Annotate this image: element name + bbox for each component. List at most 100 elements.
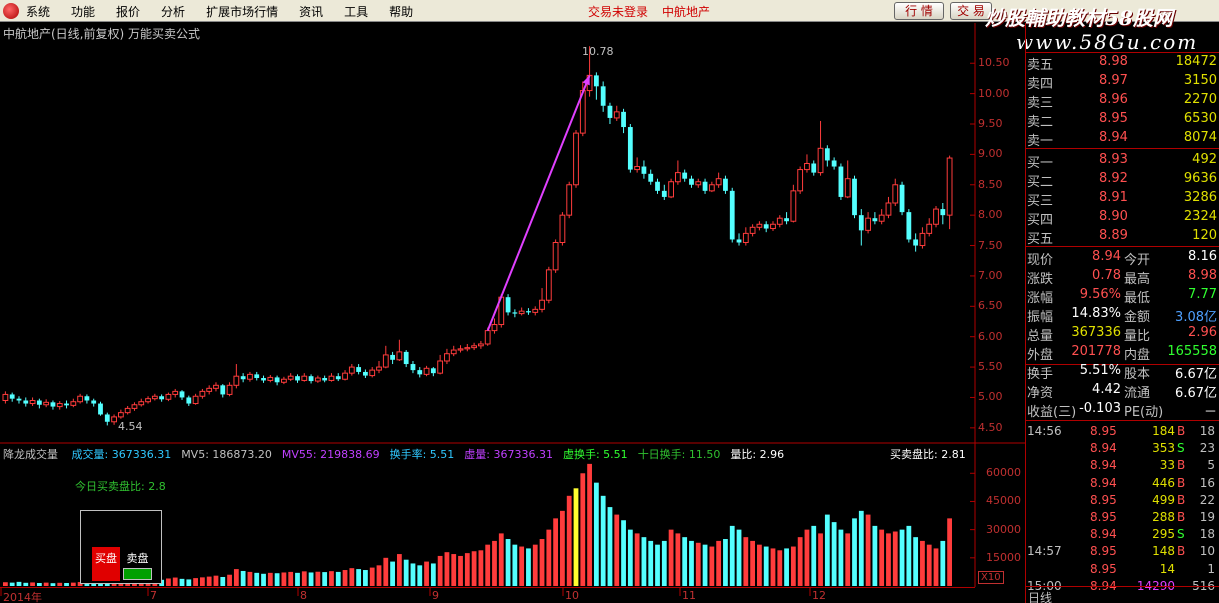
tick-row[interactable]: 8.95 499 B 22 bbox=[1027, 493, 1217, 512]
candle-body bbox=[314, 377, 321, 382]
high-price-label: 10.78 bbox=[582, 45, 614, 58]
volume-bar bbox=[349, 568, 355, 586]
tick-row[interactable]: 8.94 446 B 16 bbox=[1027, 476, 1217, 495]
tick-count: 22 bbox=[1199, 492, 1215, 507]
candle-body bbox=[518, 310, 525, 315]
orderbook-row: 买二 8.92 9636 bbox=[1027, 171, 1217, 190]
tick-count: 10 bbox=[1199, 544, 1215, 559]
tick-count: 5 bbox=[1207, 458, 1215, 473]
tick-volume: 295 bbox=[1152, 527, 1175, 542]
volume-bar bbox=[824, 514, 830, 586]
tick-direction: B bbox=[1177, 492, 1186, 507]
candle-body bbox=[43, 401, 50, 406]
candle-body bbox=[865, 217, 871, 231]
volume-tick-label: 60000 bbox=[986, 466, 1021, 480]
candle-body bbox=[784, 218, 789, 222]
volume-bar bbox=[886, 533, 891, 586]
candle-body bbox=[464, 347, 471, 350]
volume-bar bbox=[811, 525, 817, 586]
volume-bar bbox=[607, 507, 613, 586]
tick-count: 18 bbox=[1199, 424, 1215, 438]
tick-row[interactable]: 14:56 8.95 184 B 18 bbox=[1027, 424, 1217, 443]
x-tick-label: 7 bbox=[150, 589, 157, 602]
candle-body bbox=[124, 407, 131, 414]
volume-bar bbox=[295, 572, 300, 586]
orderbook-row: 买四 8.90 2324 bbox=[1027, 209, 1217, 228]
orderbook-volume: 9636 bbox=[1183, 171, 1217, 186]
candle-body bbox=[756, 223, 763, 228]
candle-body bbox=[661, 190, 667, 197]
volume-bar bbox=[933, 548, 939, 586]
volume-bar bbox=[261, 573, 266, 586]
candle-body bbox=[77, 395, 84, 403]
volume-bar bbox=[213, 575, 219, 586]
bottom-status: 日线 bbox=[1025, 586, 1219, 603]
volume-bar bbox=[784, 548, 789, 586]
x-tick-label: 12 bbox=[812, 589, 826, 602]
tick-price: 8.94 bbox=[1090, 475, 1117, 490]
volume-bar bbox=[566, 495, 572, 586]
candle-body bbox=[811, 163, 817, 173]
stat-label: 振幅 bbox=[1027, 310, 1054, 325]
candle-body bbox=[450, 349, 457, 355]
tick-row[interactable]: 8.95 288 B 19 bbox=[1027, 510, 1217, 529]
volume-bar bbox=[193, 578, 198, 586]
candle-body bbox=[117, 412, 124, 418]
tick-row[interactable]: 8.94 33 B 5 bbox=[1027, 458, 1217, 477]
tick-count: 16 bbox=[1199, 475, 1215, 490]
volume-bar bbox=[247, 571, 253, 586]
volume-bar bbox=[539, 539, 545, 586]
price-tick-label: 10.00 bbox=[978, 86, 1010, 100]
volume-bar bbox=[831, 522, 837, 586]
volume-bar bbox=[526, 548, 531, 586]
volume-bar bbox=[655, 544, 660, 586]
candle-body bbox=[335, 376, 341, 380]
candle-body bbox=[390, 354, 395, 360]
candle-body bbox=[838, 166, 844, 197]
today-buy-sell-ratio: 今日买卖盘比: 2.8 bbox=[75, 480, 166, 493]
stat-value: － bbox=[1203, 405, 1217, 420]
candle-body bbox=[702, 181, 708, 191]
period-tab[interactable]: 日线 bbox=[1028, 589, 1052, 603]
indicator-name: 降龙成交量 bbox=[3, 448, 58, 461]
orderbook-price: 8.92 bbox=[1099, 171, 1128, 186]
volume-bar bbox=[301, 571, 307, 586]
candle-body bbox=[240, 376, 246, 380]
volume-bar bbox=[492, 540, 497, 586]
volume-indicator-bar: 降龙成交量 成交量: 367336.31 MV5: 186873.20 MV55: … bbox=[3, 446, 804, 462]
stat-label: 量比 bbox=[1124, 329, 1151, 344]
volume-multiplier: X10 bbox=[978, 571, 1004, 584]
orderbook-price: 8.90 bbox=[1099, 209, 1128, 224]
tick-direction: B bbox=[1177, 424, 1186, 438]
orderbook-level: 卖一 bbox=[1027, 134, 1054, 149]
volume-bar bbox=[403, 559, 409, 586]
volume-bar bbox=[757, 544, 762, 586]
tick-row[interactable]: 8.94 295 S 18 bbox=[1027, 527, 1217, 546]
candle-body bbox=[233, 375, 240, 386]
candle-body bbox=[98, 403, 103, 415]
price-tick-label: 5.50 bbox=[978, 360, 1003, 374]
volume-bar bbox=[396, 554, 402, 586]
candle-body bbox=[430, 368, 436, 374]
candle-body bbox=[457, 348, 464, 351]
candle-body bbox=[899, 184, 905, 213]
orderbook-level: 卖五 bbox=[1027, 58, 1054, 73]
stat-label: 现价 bbox=[1027, 253, 1054, 268]
candle-body bbox=[295, 376, 300, 381]
panel-separator bbox=[1025, 420, 1219, 421]
tick-row[interactable]: 8.94 353 S 23 bbox=[1027, 441, 1217, 460]
tick-row[interactable]: 14:57 8.95 148 B 10 bbox=[1027, 544, 1217, 563]
candle-body bbox=[363, 371, 368, 376]
volume-bar bbox=[553, 518, 559, 586]
volume-bar bbox=[797, 537, 803, 586]
candle-body bbox=[23, 400, 29, 404]
candle-body bbox=[668, 181, 674, 198]
volume-bar bbox=[593, 482, 599, 586]
stat-value: 201778 bbox=[1071, 344, 1121, 359]
volume-bar bbox=[675, 533, 681, 586]
tick-volume: 184 bbox=[1152, 424, 1175, 438]
orderbook-row: 买三 8.91 3286 bbox=[1027, 190, 1217, 209]
volume-bar bbox=[478, 550, 484, 586]
tick-row[interactable]: 8.95 14 1 bbox=[1027, 562, 1217, 581]
volume-bar bbox=[464, 553, 470, 586]
